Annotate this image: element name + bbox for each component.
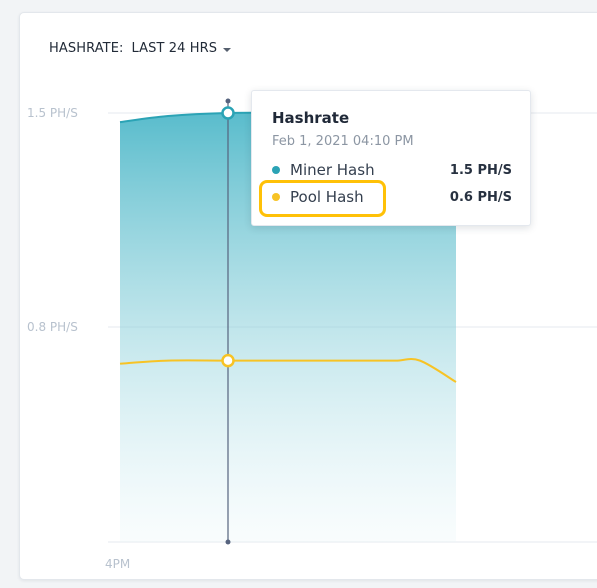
- tooltip-row-value: 0.6 PH/S: [449, 189, 512, 205]
- y-tick-label: 1.5 PH/S: [27, 106, 78, 120]
- tooltip-row-name: Miner Hash: [290, 161, 375, 179]
- crosshair-bottom-cap: [225, 539, 231, 545]
- tooltip-title: Hashrate: [272, 109, 350, 127]
- axis-label-layer: 1.5 PH/S 0.8 PH/S 4PM: [27, 106, 130, 571]
- tooltip-row-value: 1.5 PH/S: [449, 162, 512, 178]
- miner-hash-point: [221, 106, 235, 120]
- pool-hash-point: [221, 353, 235, 368]
- crosshair-top-cap: [225, 98, 231, 104]
- x-tick-label: 4PM: [105, 557, 130, 571]
- tooltip-row-name: Pool Hash: [290, 188, 364, 206]
- pool-hash-dot-icon: [272, 193, 280, 201]
- y-tick-label: 0.8 PH/S: [27, 320, 78, 334]
- hashrate-tooltip: Hashrate Feb 1, 2021 04:10 PM Miner Hash…: [251, 90, 531, 226]
- miner-hash-dot-icon: [272, 166, 280, 174]
- tooltip-row-miner: Miner Hash 1.5 PH/S: [272, 160, 512, 180]
- tooltip-row-pool: Pool Hash 0.6 PH/S: [272, 187, 512, 207]
- tooltip-date: Feb 1, 2021 04:10 PM: [272, 134, 414, 149]
- hashrate-chart: 1.5 PH/S 0.8 PH/S 4PM: [27, 98, 597, 571]
